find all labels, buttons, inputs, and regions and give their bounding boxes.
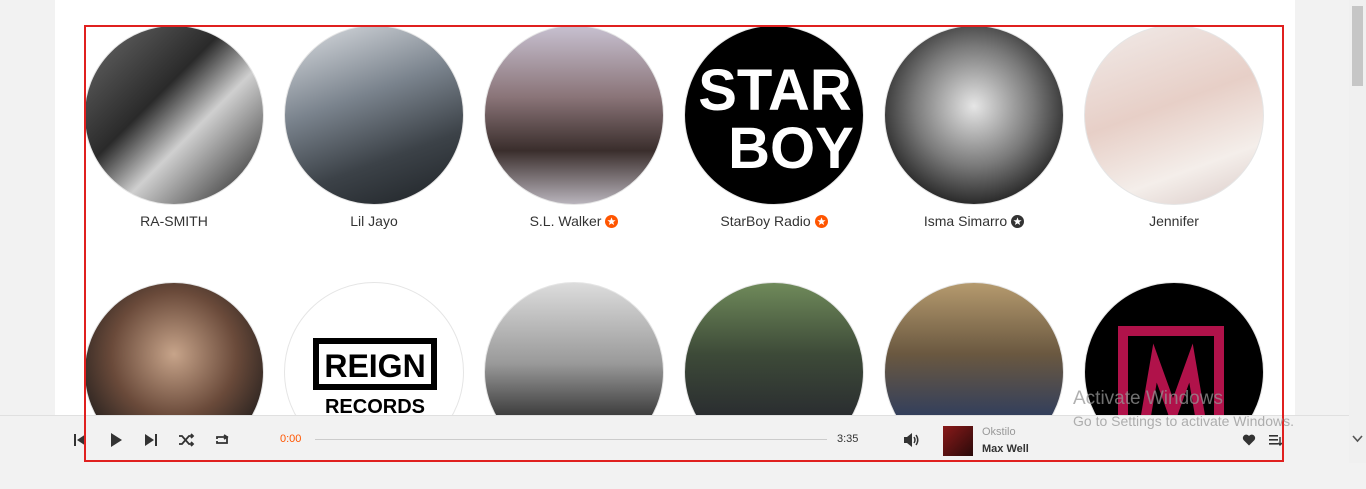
artist-avatar[interactable] xyxy=(84,25,264,205)
starboy-logo: STAR BOY xyxy=(698,58,854,181)
artist-card[interactable] xyxy=(884,282,1064,420)
activate-windows-title: Activate Windows xyxy=(1073,388,1223,409)
artist-card[interactable]: REIGN RECORDS xyxy=(284,282,464,420)
artist-avatar[interactable]: REIGN RECORDS xyxy=(284,282,464,420)
pro-star-badge-icon xyxy=(605,214,619,228)
play-icon[interactable] xyxy=(107,431,125,449)
track-thumbnail[interactable] xyxy=(943,426,973,456)
queue-icon[interactable] xyxy=(1268,432,1284,448)
artist-card[interactable]: S.L. Walker xyxy=(484,25,664,229)
pro-star-badge-icon xyxy=(1011,214,1025,228)
track-artist[interactable]: Okstilo xyxy=(982,426,1016,438)
artist-avatar[interactable] xyxy=(484,25,664,205)
artist-avatar[interactable] xyxy=(84,282,264,420)
current-time: 0:00 xyxy=(280,433,302,445)
pro-star-badge-icon xyxy=(814,214,828,228)
activate-windows-subtitle: Go to Settings to activate Windows. xyxy=(1073,413,1294,429)
artist-name[interactable]: Lil Jayo xyxy=(350,213,397,229)
reign-records-logo: REIGN RECORDS xyxy=(313,338,437,418)
artist-name[interactable]: S.L. Walker xyxy=(530,213,602,229)
artist-card[interactable] xyxy=(84,282,264,420)
artist-card[interactable]: STAR BOY StarBoy Radio xyxy=(684,25,864,229)
skip-forward-icon[interactable] xyxy=(142,431,160,449)
artist-card[interactable] xyxy=(684,282,864,420)
artist-card[interactable]: RA-SMITH xyxy=(84,25,264,229)
artist-name[interactable]: StarBoy Radio xyxy=(720,213,810,229)
artist-grid: RA-SMITH Lil Jayo S.L. Walker STAR BOY S… xyxy=(84,25,1284,420)
repeat-icon[interactable] xyxy=(213,431,231,449)
shuffle-icon[interactable] xyxy=(177,431,195,449)
scrollbar-thumb[interactable] xyxy=(1352,6,1363,86)
artist-card[interactable] xyxy=(484,282,664,420)
total-time: 3:35 xyxy=(837,433,859,445)
artist-card[interactable]: Isma Simarro xyxy=(884,25,1064,229)
svg-text:BOY: BOY xyxy=(728,116,854,181)
artist-avatar[interactable] xyxy=(884,25,1064,205)
artist-avatar[interactable] xyxy=(484,282,664,420)
svg-text:STAR: STAR xyxy=(698,58,852,123)
artist-avatar[interactable] xyxy=(1084,25,1264,205)
artist-name[interactable]: Jennifer xyxy=(1149,213,1199,229)
artist-avatar[interactable] xyxy=(684,282,864,420)
artist-avatar[interactable]: STAR BOY xyxy=(684,25,864,205)
artist-avatar[interactable] xyxy=(884,282,1064,420)
artist-name[interactable]: RA-SMITH xyxy=(140,213,208,229)
skip-back-icon[interactable] xyxy=(71,431,89,449)
page-scrollbar[interactable] xyxy=(1349,0,1366,463)
track-title[interactable]: Max Well xyxy=(982,443,1029,455)
scroll-down-arrow-icon[interactable] xyxy=(1351,432,1364,445)
volume-icon[interactable] xyxy=(902,431,920,449)
progress-bar[interactable] xyxy=(315,439,827,440)
artist-avatar[interactable] xyxy=(284,25,464,205)
heart-icon[interactable] xyxy=(1242,433,1256,447)
artist-card[interactable]: Lil Jayo xyxy=(284,25,464,229)
svg-text:REIGN: REIGN xyxy=(324,348,425,384)
artist-name[interactable]: Isma Simarro xyxy=(924,213,1007,229)
artist-card[interactable]: Jennifer xyxy=(1084,25,1264,229)
